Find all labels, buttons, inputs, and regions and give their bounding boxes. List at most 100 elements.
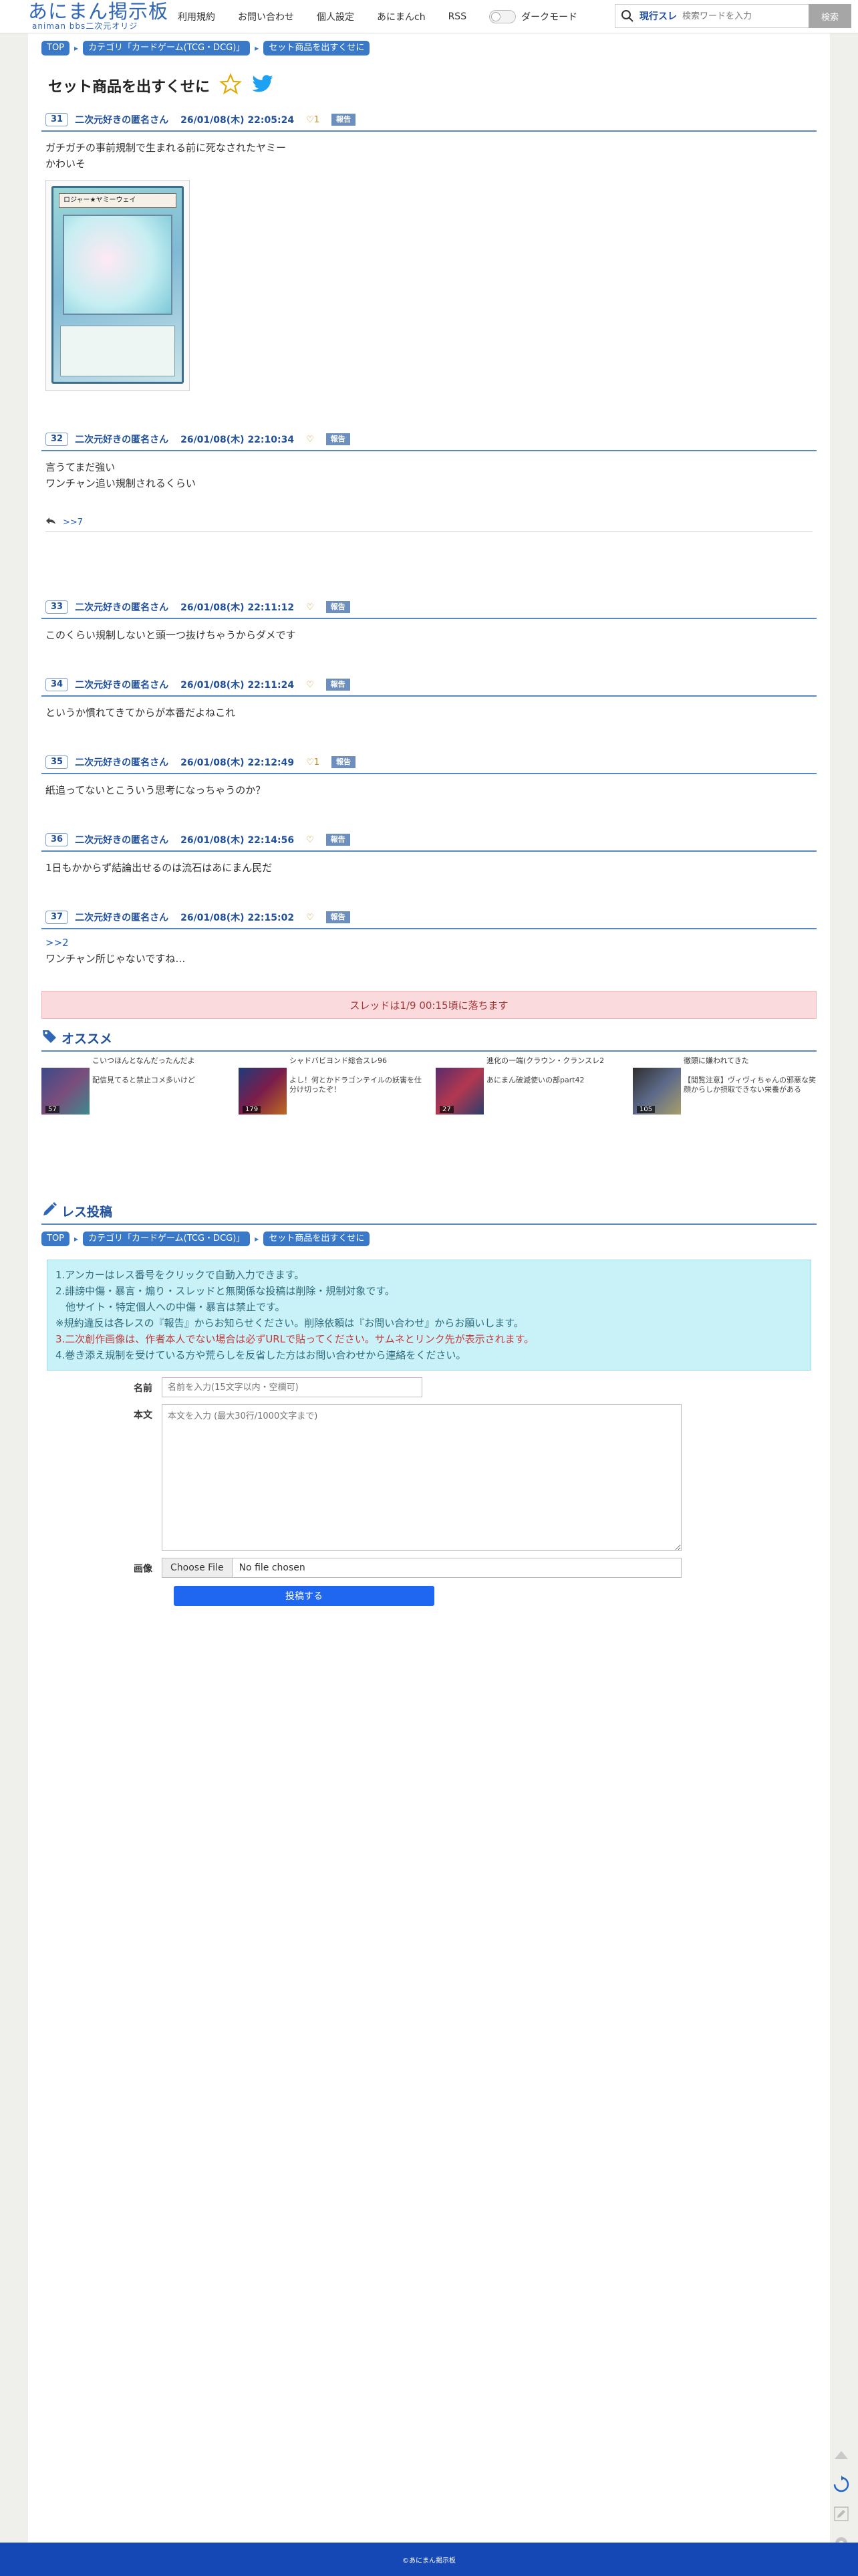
recommend-item-desc[interactable]: あにまん破滅使いの部part42 [486,1076,585,1115]
res-number[interactable]: 34 [45,678,69,691]
reply-anchor-link[interactable]: >>7 [63,517,83,528]
site-logo[interactable]: あにまん掲示板 animan bbs二次元オリジ [28,1,168,31]
like-button[interactable]: ♡ [306,680,314,690]
search-scope[interactable]: 現行スレ [639,9,677,23]
nav-settings[interactable]: 個人設定 [317,10,354,23]
search-input[interactable] [682,11,789,21]
recommend-item-desc[interactable]: 【閲覧注意】ヴィヴィちゃんの邪悪な笑顔からしか摂取できない栄養がある [684,1076,817,1115]
darkmode-label: ダークモード [521,12,578,23]
body-textarea[interactable] [162,1404,682,1551]
name-input[interactable] [162,1377,422,1397]
report-button[interactable]: 報告 [331,756,356,768]
choose-file-button[interactable]: Choose File [162,1558,233,1577]
crumb-category[interactable]: カテゴリ「カードゲーム(TCG・DCG)」 [83,41,251,55]
body-label: 本文 [134,1410,152,1421]
crumb-thread[interactable]: セット商品を出すくせに [263,1232,370,1246]
like-count: 1 [313,114,320,125]
crumb-separator: ▸ [74,1234,79,1244]
reply-to-link[interactable]: >>2 [45,937,69,949]
like-button[interactable]: ♡ [306,435,314,445]
reply-form-title: レス投稿 [61,1205,113,1219]
crumb-top[interactable]: TOP [41,41,70,55]
image-file-input[interactable]: Choose File No file chosen [162,1558,682,1578]
recommend-thumbnail[interactable]: 105 [633,1068,681,1115]
twitter-share-icon[interactable] [251,74,274,97]
res-number[interactable]: 33 [45,600,69,614]
report-button[interactable]: 報告 [331,114,356,126]
recommend-item-desc[interactable]: 配信見てると禁止コメ多いけど [92,1076,195,1115]
report-button[interactable]: 報告 [325,433,350,445]
report-button[interactable]: 報告 [325,601,350,613]
nav-rss[interactable]: RSS [448,11,467,22]
res-number[interactable]: 35 [45,755,69,769]
like-button[interactable]: ♡ 1 [306,115,319,125]
rule-line: 2.誹謗中傷・暴言・煽り・スレッドと無関係な投稿は削除・規制対象です。 [55,1285,395,1297]
thread-fall-notice: スレッドは1/9 00:15頃に落ちます [41,991,817,1019]
post-body: ガチガチの事前規制で生まれる前に死なされたヤミー かわいそ ロジャー★ヤミーウェ… [41,132,817,391]
toggle-track[interactable] [489,10,517,23]
post-35: 35 二次元好きの匿名さん 26/01/08(木) 22:12:49 ♡ 1 報告… [41,754,817,798]
recommend-thumbnail[interactable]: 27 [436,1068,484,1115]
side-tools [829,2440,858,2558]
recommend-item[interactable]: 徹頭に嫌われてきた 105 【閲覧注意】ヴィヴィちゃんの邪悪な笑顔からしか摂取で… [633,1056,817,1115]
crumb-thread[interactable]: セット商品を出すくせに [263,41,370,55]
write-icon[interactable] [829,2499,854,2529]
file-status: No file chosen [239,1562,305,1573]
recommend-item[interactable]: シャドバビヨンド総合スレ96 179 よし！何とかドラゴンテイルの妖害を仕分け切… [239,1056,422,1115]
res-number[interactable]: 31 [45,113,69,126]
name-row: 名前 [41,1377,817,1397]
report-button[interactable]: 報告 [325,679,350,691]
post-date: 26/01/08(木) 22:12:49 [180,757,295,768]
recommend-list: こいつほんとなんだったんだよ 57 配信見てると禁止コメ多いけど シャドバビヨン… [41,1052,817,1115]
crumb-top[interactable]: TOP [41,1232,70,1246]
heart-icon: ♡ [306,679,314,690]
logo-main: あにまん掲示板 [28,0,169,23]
report-button[interactable]: 報告 [325,834,350,846]
recommend-item-desc[interactable]: よし！何とかドラゴンテイルの妖害を仕分け切ったぞ！ [289,1076,422,1115]
like-button[interactable]: ♡ [306,913,314,923]
post-body: というか慣れてきてからが本番だよねこれ [41,697,817,721]
darkmode-toggle[interactable]: ダークモード [489,10,577,23]
card-name: ロジャー★ヤミーウェイ [59,193,176,208]
favorite-star-icon[interactable] [219,73,242,98]
post-image[interactable]: ロジャー★ヤミーウェイ [45,180,190,391]
post-line: ガチガチの事前規制で生まれる前に死なされたヤミー [45,142,287,154]
thread-title: セット商品を出すくせに [48,79,210,96]
post-author: 二次元好きの匿名さん [75,435,169,445]
res-number[interactable]: 37 [45,911,69,924]
recommend-thumbnail[interactable]: 179 [239,1068,287,1115]
reply-count-badge: 105 [637,1106,656,1113]
reply-count-badge: 27 [440,1106,454,1113]
res-number[interactable]: 32 [45,433,69,446]
post-31: 31 二次元好きの匿名さん 26/01/08(木) 22:05:24 ♡ 1 報告… [41,112,817,391]
tag-icon [41,1028,57,1048]
like-button[interactable]: ♡ [306,602,314,612]
scroll-top-icon[interactable] [829,2440,854,2470]
crumb-category[interactable]: カテゴリ「カードゲーム(TCG・DCG)」 [83,1232,251,1246]
res-number[interactable]: 36 [45,833,69,846]
refresh-icon[interactable] [829,2470,854,2499]
nav-animanch[interactable]: あにまんch [377,10,426,23]
post-line: 言うてまだ強い [45,461,116,473]
nav-contact[interactable]: お問い合わせ [238,10,294,23]
heart-icon: ♡ [306,434,314,445]
submit-button[interactable]: 投稿する [174,1586,434,1606]
report-button[interactable]: 報告 [325,911,350,923]
nav-terms[interactable]: 利用規約 [178,10,215,23]
search-button[interactable]: 検索 [809,4,851,28]
post-date: 26/01/08(木) 22:15:02 [180,913,295,923]
recommend-item[interactable]: 進化の一端(クラウン・クランスレ2 27 あにまん破滅使いの部part42 [436,1056,619,1115]
image-row: 画像 Choose File No file chosen [41,1558,817,1578]
breadcrumb-bottom: TOP ▸ カテゴリ「カードゲーム(TCG・DCG)」 ▸ セット商品を出すくせ… [41,1232,817,1246]
like-button[interactable]: ♡ [306,835,314,845]
post-author: 二次元好きの匿名さん [75,602,169,613]
recommend-header: オススメ [41,1028,817,1052]
recommend-thumbnail[interactable]: 57 [41,1068,90,1115]
like-button[interactable]: ♡ 1 [306,757,319,768]
reply-count-badge: 57 [45,1106,59,1113]
post-37: 37 二次元好きの匿名さん 26/01/08(木) 22:15:02 ♡ 報告 … [41,909,817,967]
post-body: このくらい規制しないと頭一つ抜けちゃうからダメです [41,619,817,643]
logo-sub: animan bbs二次元オリジ [32,21,138,31]
recommend-item[interactable]: こいつほんとなんだったんだよ 57 配信見てると禁止コメ多いけど [41,1056,225,1115]
post-header: 35 二次元好きの匿名さん 26/01/08(木) 22:12:49 ♡ 1 報告 [41,754,817,774]
